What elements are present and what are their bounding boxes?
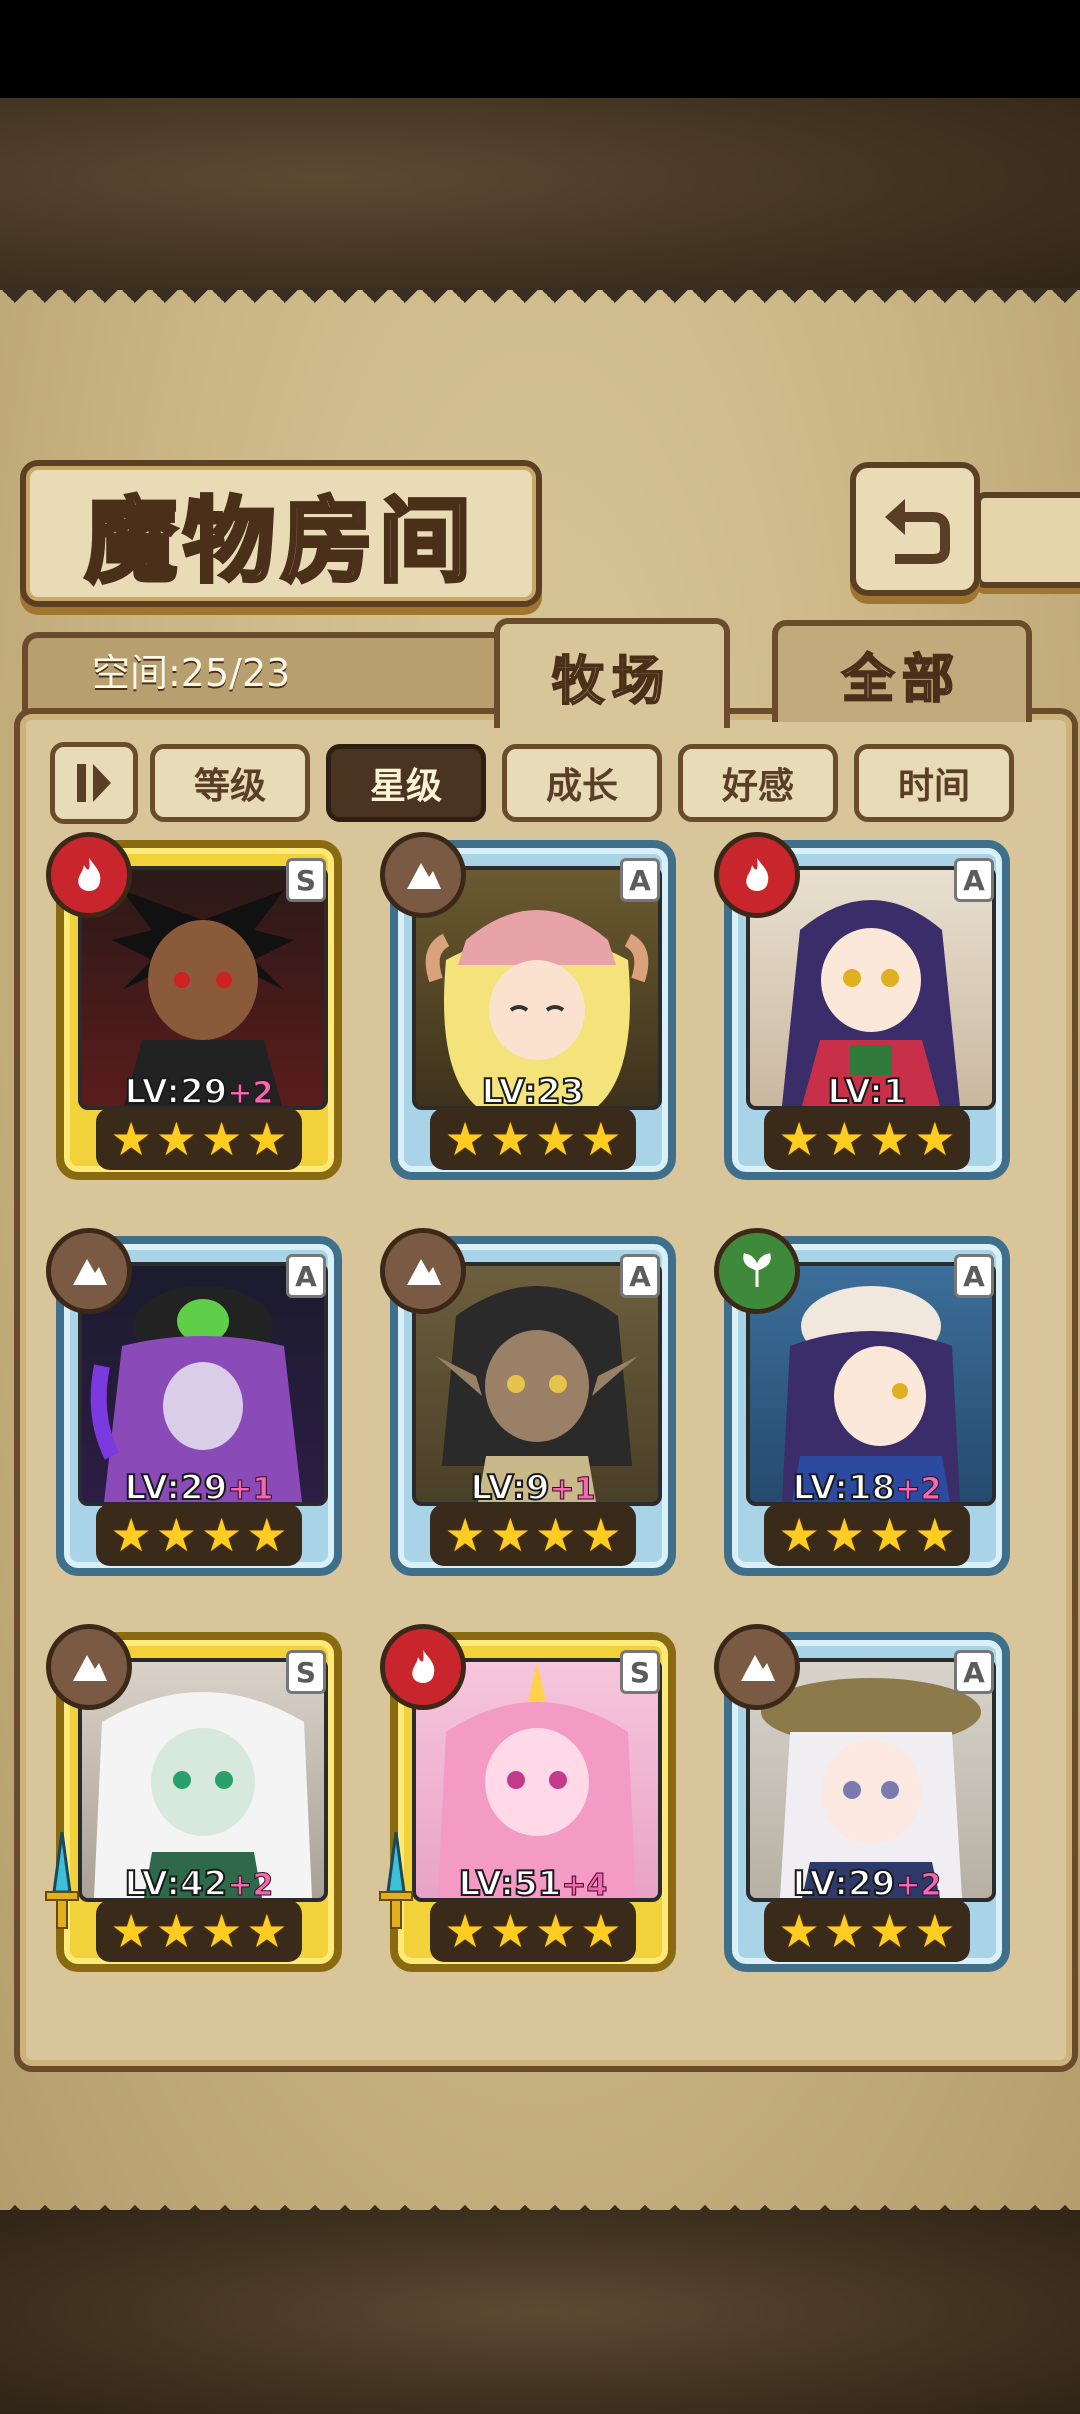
sort-star-button[interactable]: 星级 — [326, 744, 486, 822]
rank-badge: A — [286, 1254, 326, 1298]
fire-icon — [380, 1624, 466, 1710]
monster-card[interactable]: A LV:23 ★ ★ ★ ★ — [380, 832, 676, 1180]
monster-level: LV:1 — [826, 1071, 907, 1113]
monster-card[interactable]: S LV:42+2 ★ ★ ★ ★ — [45, 1624, 342, 1972]
title-plate: 魔物房间 — [20, 460, 542, 607]
monster-level: LV:29+2 — [792, 1863, 942, 1905]
tab-ranch[interactable]: 牧场 — [494, 618, 730, 728]
torn-edge-top — [0, 288, 1080, 318]
return-arrow-icon — [885, 499, 950, 564]
rank-badge: S — [286, 858, 326, 902]
monster-level: LV:29+1 — [124, 1467, 274, 1509]
monster-level: LV:23 — [481, 1071, 586, 1113]
rank-badge: A — [954, 858, 994, 902]
monster-card[interactable]: A LV:29+1 ★ ★ ★ ★ — [46, 1228, 342, 1576]
monster-card[interactable]: S LV:29+2 ★ ★ ★ ★ — [46, 832, 342, 1180]
star-rating: ★ ★ ★ ★ — [764, 1900, 970, 1962]
capacity-count: 空间:25/23 — [92, 651, 291, 695]
leaf-icon — [714, 1228, 800, 1314]
rank-badge: S — [286, 1650, 326, 1694]
fire-icon — [46, 832, 132, 918]
monster-level: LV:42+2 — [124, 1863, 274, 1905]
sort-direction-icon — [77, 764, 111, 802]
earth-icon — [380, 832, 466, 918]
monster-card[interactable]: A LV:1 ★ ★ ★ ★ — [714, 832, 1010, 1180]
rank-badge: S — [620, 1650, 660, 1694]
map-background-bottom — [0, 2210, 1080, 2414]
monster-card[interactable]: A LV:9+1 ★ ★ ★ ★ — [380, 1228, 676, 1576]
monster-card[interactable]: A LV:29+2 ★ ★ ★ ★ — [714, 1624, 1010, 1972]
sort-affection-button[interactable]: 好感 — [678, 744, 838, 822]
status-bar — [0, 0, 1080, 98]
monster-level: LV:51+4 — [458, 1863, 608, 1905]
star-rating: ★ ★ ★ ★ — [430, 1900, 636, 1962]
back-button[interactable] — [850, 462, 980, 596]
earth-icon — [46, 1624, 132, 1710]
sort-growth-button[interactable]: 成长 — [502, 744, 662, 822]
page-title: 魔物房间 — [83, 485, 477, 597]
tab-all-label: 全部 — [841, 649, 962, 711]
fire-icon — [714, 832, 800, 918]
star-rating: ★ ★ ★ ★ — [764, 1108, 970, 1170]
star-rating: ★ ★ ★ ★ — [430, 1108, 636, 1170]
star-rating: ★ ★ ★ ★ — [96, 1108, 302, 1170]
rank-badge: A — [954, 1650, 994, 1694]
rank-badge: A — [620, 1254, 660, 1298]
monster-card[interactable]: A LV:18+2 ★ ★ ★ ★ — [714, 1228, 1010, 1576]
sort-order-toggle[interactable] — [50, 742, 138, 824]
rank-badge: A — [954, 1254, 994, 1298]
tab-ranch-label: 牧场 — [551, 651, 672, 713]
star-rating: ★ ★ ★ ★ — [430, 1504, 636, 1566]
monster-level: LV:29+2 — [124, 1071, 274, 1113]
sort-time-button[interactable]: 时间 — [854, 744, 1014, 822]
sort-level-button[interactable]: 等级 — [150, 744, 310, 822]
monster-level: LV:18+2 — [792, 1467, 942, 1509]
star-rating: ★ ★ ★ ★ — [764, 1504, 970, 1566]
earth-icon — [380, 1228, 466, 1314]
map-background-top — [0, 98, 1080, 298]
back-button-rail — [975, 492, 1080, 588]
monster-card[interactable]: S LV:51+4 ★ ★ ★ ★ — [379, 1624, 676, 1972]
star-rating: ★ ★ ★ ★ — [96, 1900, 302, 1962]
star-rating: ★ ★ ★ ★ — [96, 1504, 302, 1566]
rank-badge: A — [620, 858, 660, 902]
earth-icon — [46, 1228, 132, 1314]
earth-icon — [714, 1624, 800, 1710]
tab-all[interactable]: 全部 — [772, 620, 1032, 722]
monster-level: LV:9+1 — [469, 1467, 596, 1509]
